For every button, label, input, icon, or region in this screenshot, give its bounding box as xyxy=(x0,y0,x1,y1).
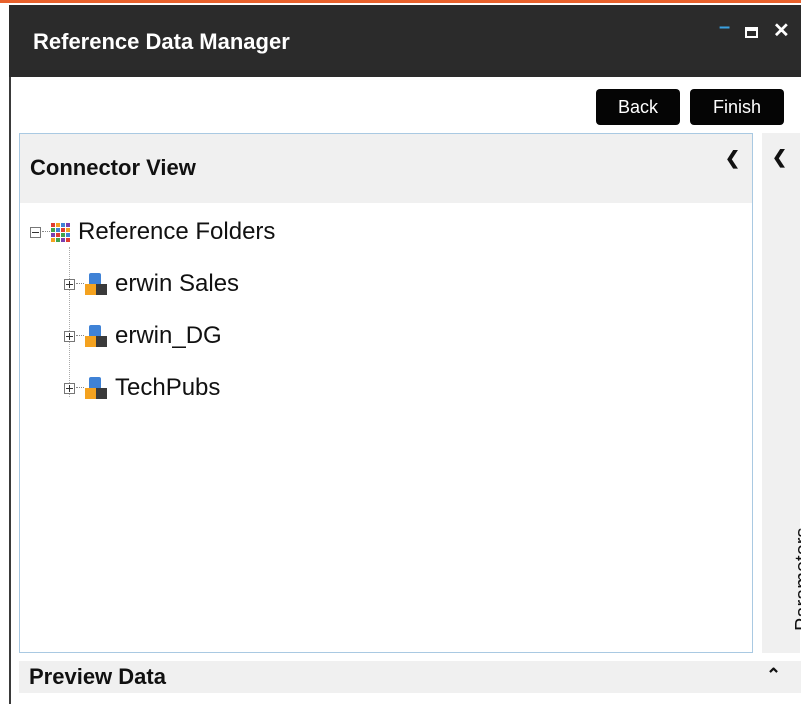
finish-button[interactable]: Finish xyxy=(690,89,784,125)
expand-toggle-icon[interactable] xyxy=(64,382,75,394)
connector-view-title: Connector View xyxy=(30,155,196,180)
tree-item-label: TechPubs xyxy=(115,374,221,401)
parameters-panel-collapsed[interactable]: ❮ Parameters xyxy=(762,133,801,653)
minimize-icon[interactable]: – xyxy=(719,17,730,37)
collapse-toggle-icon[interactable] xyxy=(30,226,41,238)
window-left-border xyxy=(9,77,11,704)
chevron-up-icon[interactable]: ⌃ xyxy=(766,665,781,686)
title-bar: Reference Data Manager – ✕ xyxy=(9,5,801,77)
tree-root-label: Reference Folders xyxy=(78,218,276,245)
chevron-left-icon[interactable]: ❮ xyxy=(725,148,740,169)
expand-toggle-icon[interactable] xyxy=(64,330,75,342)
tree-item-erwin-sales[interactable]: erwin Sales xyxy=(64,269,239,299)
tree-dots xyxy=(76,335,84,337)
parameters-label[interactable]: Parameters xyxy=(792,528,801,631)
tree-item-label: erwin_DG xyxy=(115,322,222,349)
tree-dots xyxy=(42,231,50,233)
tree-item-erwin-dg[interactable]: erwin_DG xyxy=(64,321,222,351)
reference-data-manager-window: Reference Data Manager – ✕ Back Finish C… xyxy=(0,0,801,704)
window-title: Reference Data Manager xyxy=(33,29,290,54)
connector-view-panel: Connector View ❮ Reference Folders erwin… xyxy=(19,133,753,653)
maximize-icon[interactable] xyxy=(745,27,758,38)
top-accent-bar xyxy=(0,0,801,3)
preview-data-bar[interactable]: Preview Data ⌃ xyxy=(19,661,801,693)
database-icon xyxy=(85,273,107,295)
database-icon xyxy=(85,325,107,347)
close-icon[interactable]: ✕ xyxy=(773,21,790,41)
folders-grid-icon xyxy=(51,222,70,242)
tree-dots xyxy=(76,283,84,285)
tree-dots xyxy=(76,387,84,389)
database-icon xyxy=(85,377,107,399)
tree-item-label: erwin Sales xyxy=(115,270,240,297)
expand-toggle-icon[interactable] xyxy=(64,278,75,290)
connector-view-header: Connector View ❮ xyxy=(20,134,752,203)
tree-root-folder[interactable]: Reference Folders xyxy=(30,217,275,247)
chevron-left-icon[interactable]: ❮ xyxy=(772,147,787,168)
back-button[interactable]: Back xyxy=(596,89,680,125)
tree-item-techpubs[interactable]: TechPubs xyxy=(64,373,220,403)
preview-data-title: Preview Data xyxy=(29,664,166,689)
